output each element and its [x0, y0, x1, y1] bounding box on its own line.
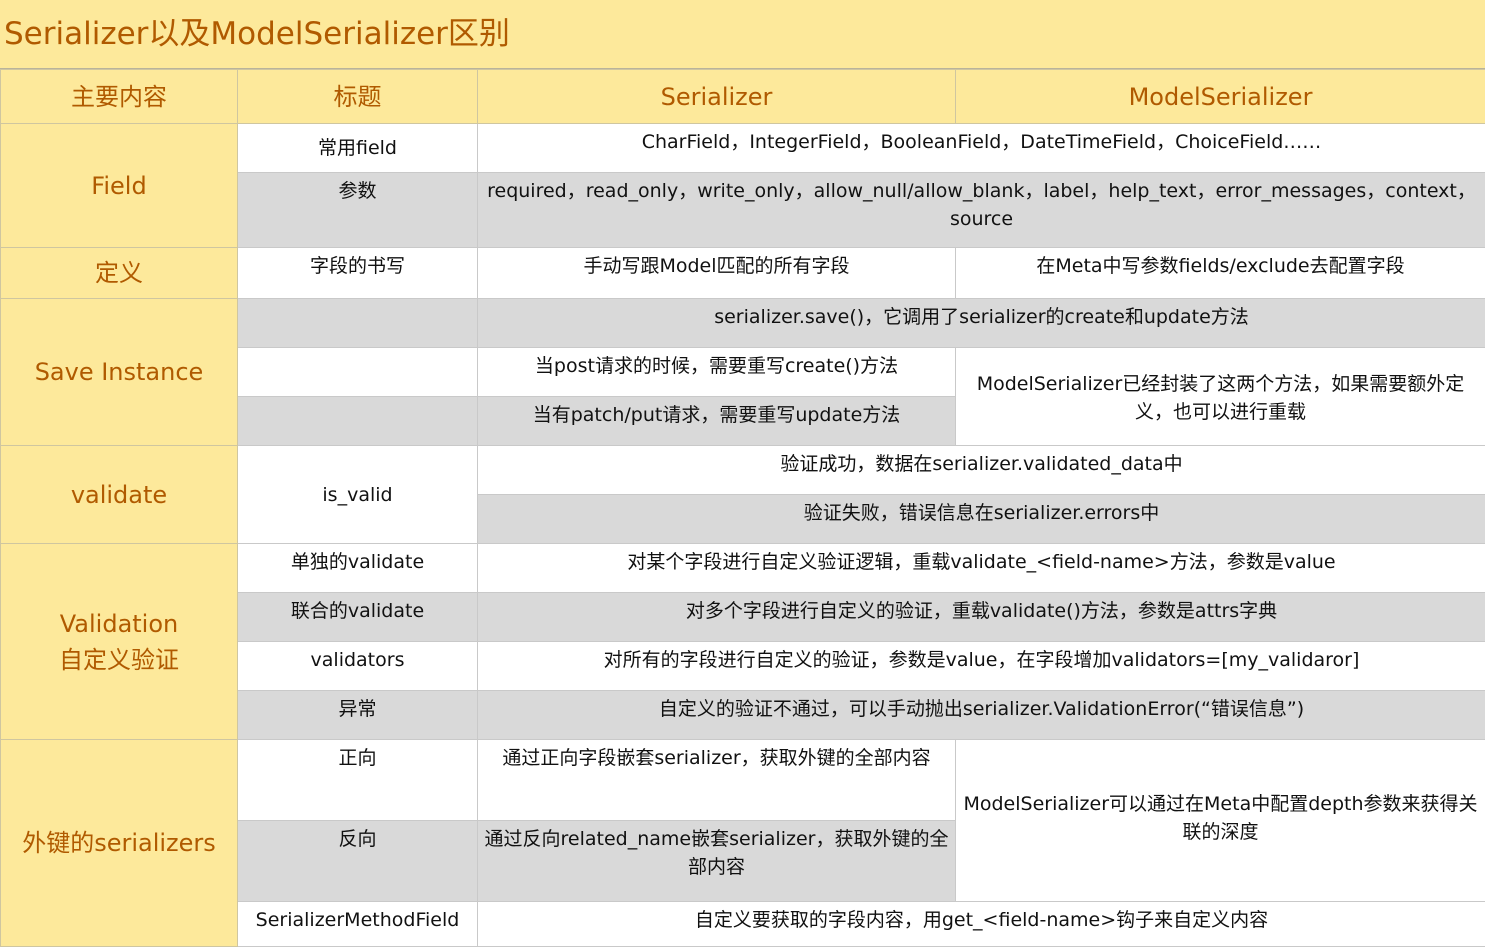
row-label-field-writing: 字段的书写 — [238, 248, 478, 299]
row-label-method-field: SerializerMethodField — [238, 902, 478, 947]
row-label-joint-validate: 联合的validate — [238, 593, 478, 642]
cell-definition-serializer: 手动写跟Model匹配的所有字段 — [478, 248, 956, 299]
table-row: Field 常用field CharField，IntegerField，Boo… — [1, 124, 1485, 173]
cell-validators: 对所有的字段进行自定义的验证，参数是value，在字段增加validators=… — [478, 642, 1485, 691]
cell-validate-fail: 验证失败，错误信息在serializer.errors中 — [478, 495, 1485, 544]
cell-save-all: serializer.save()，它调用了serializer的create和… — [478, 299, 1485, 348]
row-label-is-valid: is_valid — [238, 446, 478, 544]
cell-common-field: CharField，IntegerField，BooleanField，Date… — [478, 124, 1485, 173]
cell-save-patch: 当有patch/put请求，需要重写update方法 — [478, 397, 956, 446]
table-row: 外键的serializers 正向 通过正向字段嵌套serializer，获取外… — [1, 740, 1485, 821]
header-serializer: Serializer — [478, 70, 956, 124]
row-label-patch-empty — [238, 397, 478, 446]
header-model-serializer: ModelSerializer — [956, 70, 1485, 124]
row-label-params: 参数 — [238, 173, 478, 248]
cell-forward: 通过正向字段嵌套serializer，获取外键的全部内容 — [478, 740, 956, 821]
cell-exception: 自定义的验证不通过，可以手动抛出serializer.ValidationErr… — [478, 691, 1485, 740]
group-validation-line2: 自定义验证 — [3, 642, 235, 678]
table-row: Save Instance serializer.save()，它调用了seri… — [1, 299, 1485, 348]
header-row: 主要内容 标题 Serializer ModelSerializer — [1, 70, 1485, 124]
group-validation: Validation 自定义验证 — [1, 544, 238, 740]
cell-foreign-model-serializer: ModelSerializer可以通过在Meta中配置depth参数来获得关联的… — [956, 740, 1485, 902]
table-row: 定义 字段的书写 手动写跟Model匹配的所有字段 在Meta中写参数field… — [1, 248, 1485, 299]
cell-params: required，read_only，write_only，allow_null… — [478, 173, 1485, 248]
group-definition: 定义 — [1, 248, 238, 299]
cell-save-model-serializer: ModelSerializer已经封装了这两个方法，如果需要额外定义，也可以进行… — [956, 348, 1485, 446]
header-main-content: 主要内容 — [1, 70, 238, 124]
page-title: Serializer以及ModelSerializer区别 — [0, 0, 1485, 69]
cell-joint-validate: 对多个字段进行自定义的验证，重载validate()方法，参数是attrs字典 — [478, 593, 1485, 642]
group-validate: validate — [1, 446, 238, 544]
group-field: Field — [1, 124, 238, 248]
row-label-exception: 异常 — [238, 691, 478, 740]
comparison-table: 主要内容 标题 Serializer ModelSerializer Field… — [0, 69, 1485, 947]
row-label-save-empty — [238, 299, 478, 348]
row-label-common-field: 常用field — [238, 124, 478, 173]
header-title: 标题 — [238, 70, 478, 124]
row-label-single-validate: 单独的validate — [238, 544, 478, 593]
group-validation-line1: Validation — [3, 606, 235, 642]
cell-validate-success: 验证成功，数据在serializer.validated_data中 — [478, 446, 1485, 495]
comparison-sheet: Serializer以及ModelSerializer区别 主要内容 标题 Se… — [0, 0, 1485, 944]
row-label-validators: validators — [238, 642, 478, 691]
group-foreign-serializers: 外键的serializers — [1, 740, 238, 947]
cell-single-validate: 对某个字段进行自定义验证逻辑，重载validate_<field-name>方法… — [478, 544, 1485, 593]
cell-definition-model-serializer: 在Meta中写参数fields/exclude去配置字段 — [956, 248, 1485, 299]
table-row: validate is_valid 验证成功，数据在serializer.val… — [1, 446, 1485, 495]
table-row: Validation 自定义验证 单独的validate 对某个字段进行自定义验… — [1, 544, 1485, 593]
cell-method-field: 自定义要获取的字段内容，用get_<field-name>钩子来自定义内容 — [478, 902, 1485, 947]
row-label-forward: 正向 — [238, 740, 478, 821]
row-label-post-empty — [238, 348, 478, 397]
cell-reverse: 通过反向related_name嵌套serializer，获取外键的全部内容 — [478, 821, 956, 902]
cell-save-post: 当post请求的时候，需要重写create()方法 — [478, 348, 956, 397]
group-save-instance: Save Instance — [1, 299, 238, 446]
row-label-reverse: 反向 — [238, 821, 478, 902]
